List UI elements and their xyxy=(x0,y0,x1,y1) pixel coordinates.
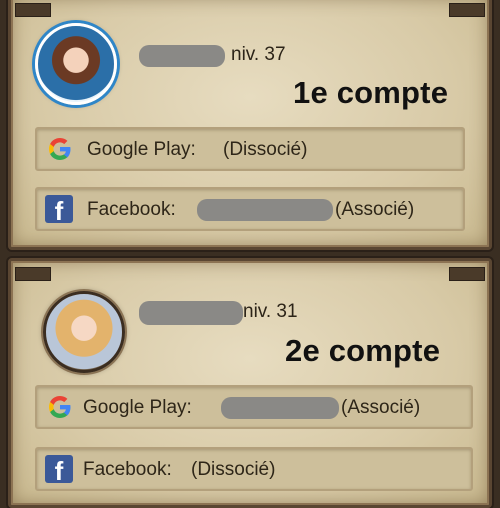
facebook-label: Facebook: xyxy=(83,459,172,480)
facebook-label: Facebook: xyxy=(87,199,176,220)
redacted-player-name xyxy=(139,301,243,325)
facebook-row[interactable]: f Facebook: (Dissocié) xyxy=(35,447,473,491)
frame-corner xyxy=(449,267,485,281)
redacted-facebook-name xyxy=(197,199,333,221)
redacted-player-name xyxy=(139,45,225,67)
facebook-icon: f xyxy=(45,195,73,223)
google-play-label: Google Play: xyxy=(83,397,192,418)
player-level: niv. 37 xyxy=(231,44,286,65)
account-card-2: niv. 31 2e compte Google Play: (Associé)… xyxy=(8,258,492,508)
account-label: 1e compte xyxy=(293,75,449,110)
redacted-google-name xyxy=(221,397,339,419)
google-play-label: Google Play: xyxy=(87,139,196,160)
facebook-status: (Associé) xyxy=(335,199,415,220)
google-play-status: (Dissocié) xyxy=(223,139,308,160)
account-card-1: niv. 37 1e compte Google Play: (Dissocié… xyxy=(8,0,492,250)
google-icon xyxy=(49,396,71,418)
player-avatar[interactable] xyxy=(43,291,125,373)
facebook-icon: f xyxy=(45,455,73,483)
google-icon xyxy=(49,138,71,160)
google-play-status: (Associé) xyxy=(341,397,421,418)
google-play-row[interactable]: Google Play: (Dissocié) xyxy=(35,127,465,171)
player-avatar[interactable] xyxy=(35,23,117,105)
account-label: 2e compte xyxy=(285,333,441,368)
frame-corner xyxy=(15,3,51,17)
facebook-row[interactable]: f Facebook: (Associé) xyxy=(35,187,465,231)
frame-corner xyxy=(15,267,51,281)
player-level: niv. 31 xyxy=(243,301,298,322)
frame-corner xyxy=(449,3,485,17)
facebook-status: (Dissocié) xyxy=(191,459,276,480)
google-play-row[interactable]: Google Play: (Associé) xyxy=(35,385,473,429)
